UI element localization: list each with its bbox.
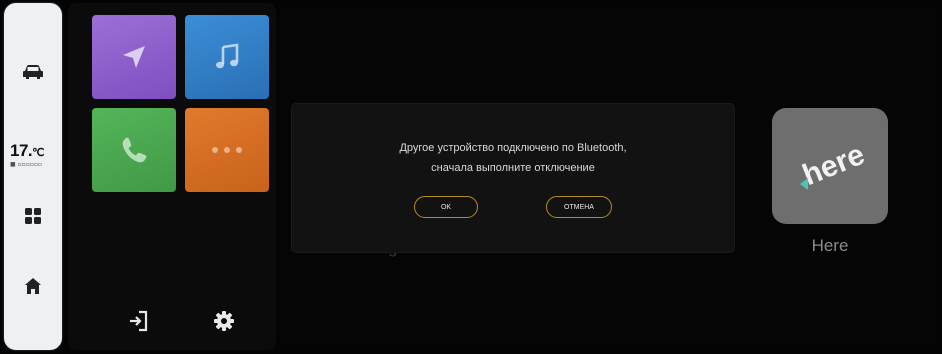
dialog-message: Другое устройство подключено по Bluetoot… xyxy=(292,138,734,178)
navigation-tile[interactable] xyxy=(92,15,176,99)
settings-gear-icon[interactable] xyxy=(209,306,239,336)
navigation-arrow-icon xyxy=(123,46,145,68)
svg-text:here: here xyxy=(798,138,869,192)
home-icon[interactable] xyxy=(4,275,62,297)
temperature-subtext: ■ ▫▫▫▫▫▫ xyxy=(10,161,42,168)
phone-icon xyxy=(122,137,147,163)
music-note-icon xyxy=(216,43,239,69)
here-app-label[interactable]: Here xyxy=(772,236,888,256)
bluetooth-dialog: Другое устройство подключено по Bluetoot… xyxy=(292,104,734,252)
exit-icon[interactable] xyxy=(124,306,154,336)
temperature-unit: ℃ xyxy=(32,147,44,159)
phone-tile[interactable] xyxy=(92,108,176,192)
here-logo-icon: here xyxy=(798,138,869,192)
more-apps-tile[interactable] xyxy=(185,108,269,192)
apps-grid-icon[interactable] xyxy=(4,205,62,227)
here-app-tile[interactable]: here xyxy=(772,108,888,224)
cancel-button[interactable]: ОТМЕНА xyxy=(546,196,612,218)
music-tile[interactable] xyxy=(185,15,269,99)
temperature-display[interactable]: 17.℃ ■ ▫▫▫▫▫▫ xyxy=(10,141,60,168)
ok-button[interactable]: OK xyxy=(414,196,478,218)
temperature-value: 17. xyxy=(10,141,33,160)
dialog-message-line1: Другое устройство подключено по Bluetoot… xyxy=(399,142,627,154)
car-icon[interactable] xyxy=(4,60,62,84)
left-sidebar: 17.℃ ■ ▫▫▫▫▫▫ xyxy=(4,3,62,350)
more-dots-icon xyxy=(212,147,242,153)
dialog-message-line2: сначала выполните отключение xyxy=(431,162,595,174)
